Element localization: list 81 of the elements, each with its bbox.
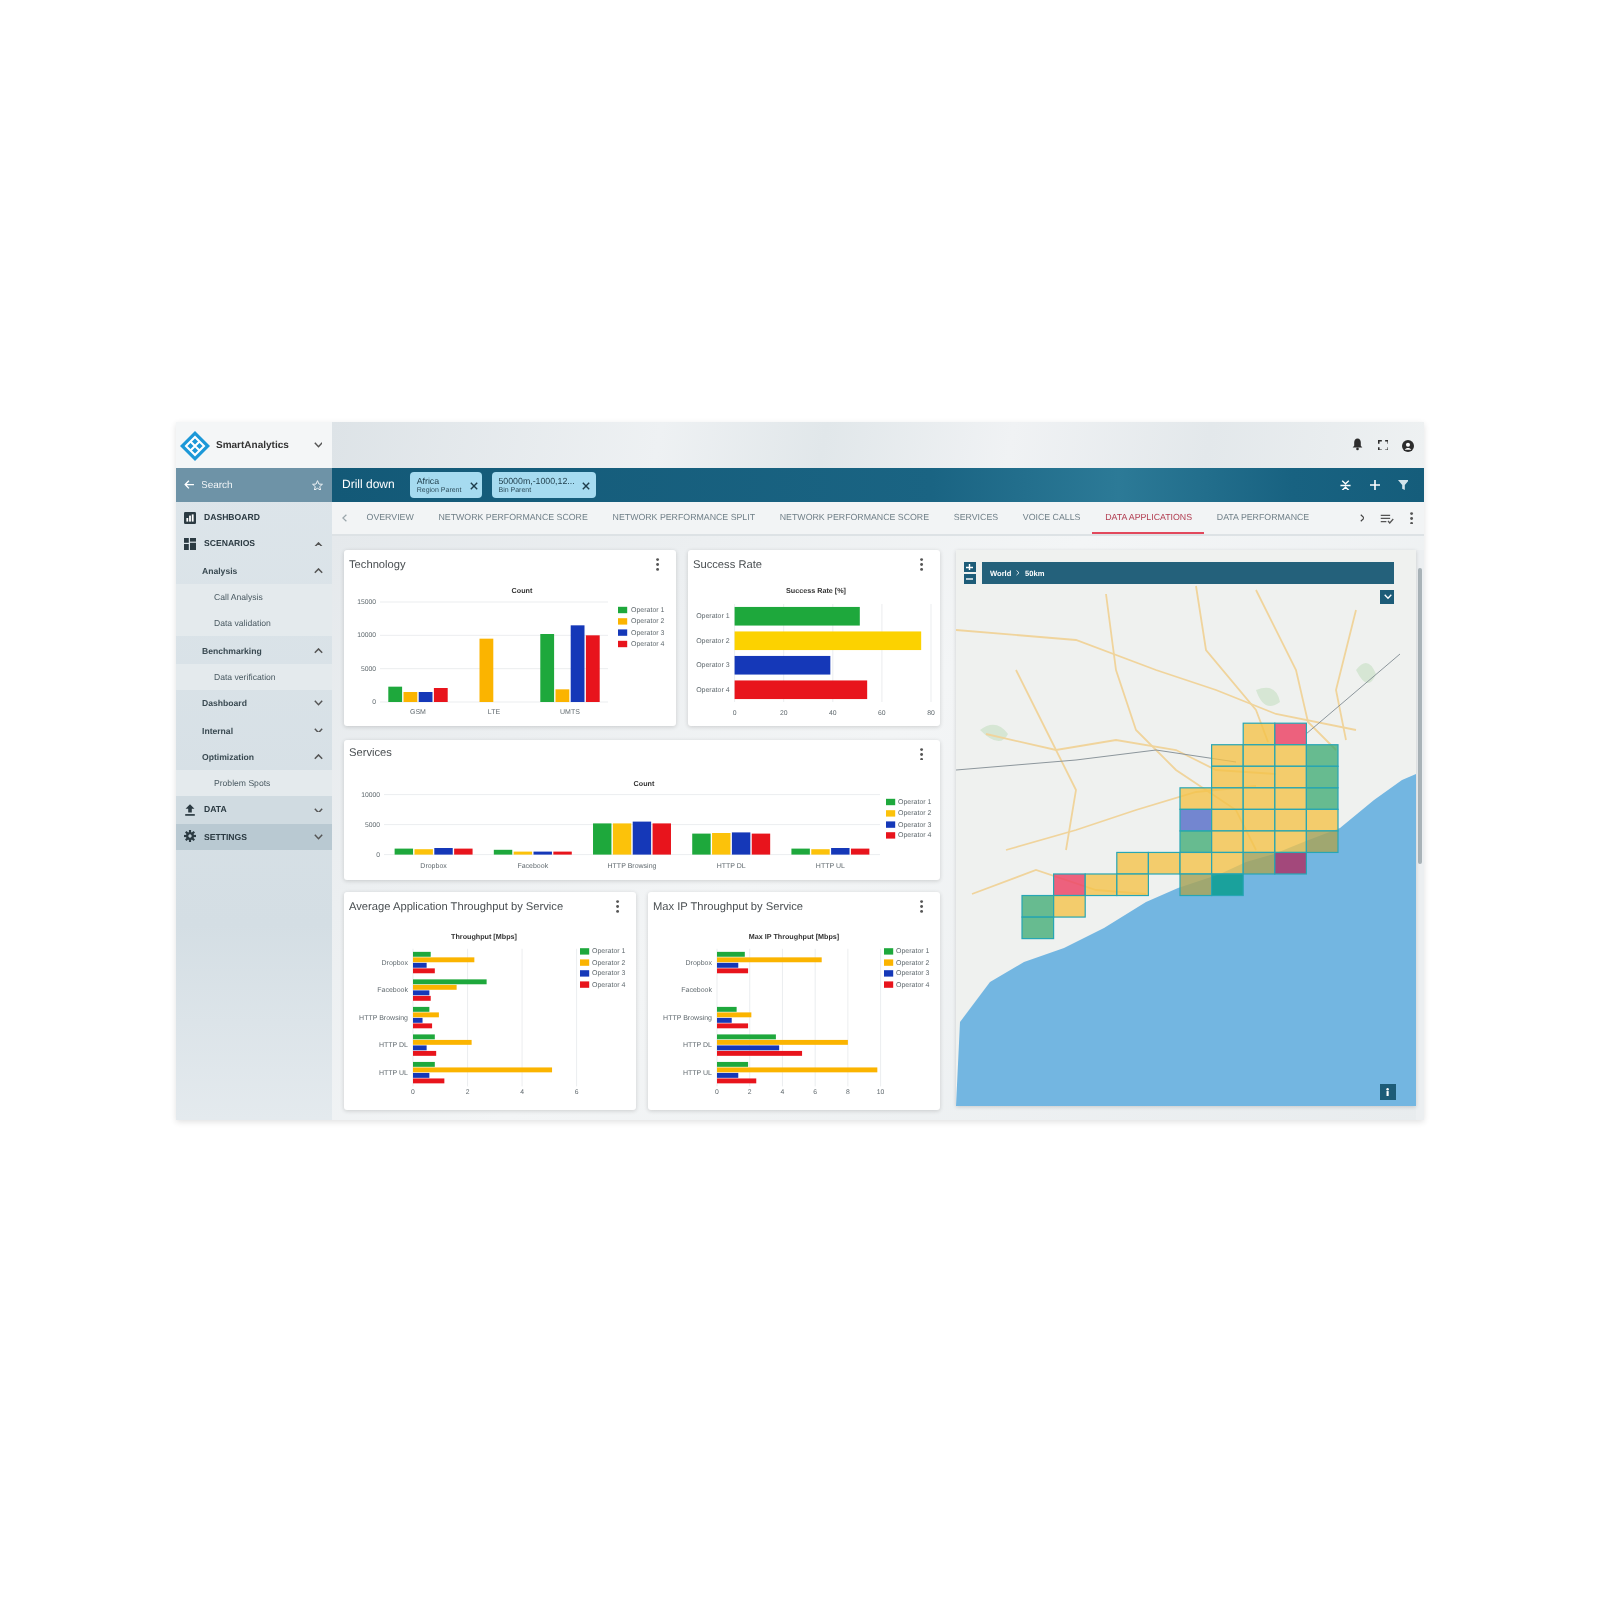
chevron-down-icon[interactable] [314, 807, 323, 813]
arrow-left-icon[interactable] [184, 480, 194, 490]
map-grid-tile [1242, 722, 1276, 746]
bell-icon[interactable] [1352, 438, 1363, 452]
map-grid-tile [1274, 722, 1307, 746]
map-grid-tile [1274, 808, 1307, 832]
map-grid-tile [1305, 830, 1339, 854]
map-grid-tile [1053, 894, 1086, 918]
fullscreen-icon[interactable] [1377, 439, 1388, 451]
map-grid-tile [1242, 830, 1276, 854]
map-grid-tile [1211, 808, 1244, 832]
map-grid-tile [1211, 851, 1244, 875]
dashboard-icon [183, 511, 195, 524]
plus-icon [966, 563, 974, 571]
zoom-in-button[interactable] [964, 562, 976, 572]
close-icon[interactable] [469, 481, 478, 489]
chart-bar [652, 822, 671, 854]
map-grid-tile [1116, 873, 1149, 897]
chart-bar [479, 638, 494, 702]
map-grid-tile [1274, 765, 1307, 789]
map-grid-tile [1274, 787, 1307, 810]
chart-bar [731, 831, 751, 854]
map-grid-tile [1242, 765, 1276, 789]
chevron-down-icon[interactable] [314, 833, 323, 840]
map-grid-tile [1179, 787, 1213, 810]
map-grid-tile [1211, 787, 1244, 810]
chart-bar [692, 832, 711, 854]
info-button[interactable] [1380, 1084, 1396, 1100]
star-icon[interactable] [312, 479, 323, 491]
list-check-icon[interactable] [1380, 513, 1395, 523]
scrollbar-thumb[interactable] [1417, 568, 1423, 864]
map-grid-tile [1242, 851, 1276, 875]
chevron-down-icon[interactable] [314, 700, 323, 707]
chevron-up-icon[interactable] [314, 753, 323, 760]
map-grid-tile [1053, 873, 1086, 897]
map-grid-tile [1274, 830, 1307, 854]
map-grid-tile [1305, 808, 1339, 832]
map-grid-tile [1242, 787, 1276, 810]
map-grid-tile [1242, 744, 1276, 767]
dropdown-button[interactable] [1380, 590, 1394, 604]
map-grid-tile [1116, 851, 1149, 875]
map-grid-tile [1305, 765, 1339, 789]
map-grid-tile [1021, 894, 1055, 918]
upload-icon [183, 803, 195, 816]
collapse-icon[interactable] [1340, 479, 1351, 491]
map-grid-tile [1084, 873, 1118, 897]
map-grid-tile [1211, 744, 1244, 767]
filter-icon[interactable] [1397, 480, 1408, 490]
map-grid-tile [1305, 744, 1339, 767]
map-grid-tile [1179, 851, 1213, 875]
account-icon[interactable] [1402, 439, 1414, 451]
chart-bar [612, 822, 632, 854]
chevron-down-icon[interactable] [313, 442, 322, 448]
map-grid-tile [1021, 916, 1055, 940]
chevron-up-icon[interactable] [314, 541, 323, 547]
map-grid-tile [1242, 808, 1276, 832]
map-grid-tile [1274, 851, 1307, 875]
grid-icon [183, 537, 195, 550]
map-grid-tile [1179, 830, 1213, 854]
settings-icon [183, 830, 195, 843]
chevron-up-icon[interactable] [314, 567, 323, 574]
plus-icon[interactable] [1369, 480, 1379, 490]
map-grid-tile [1179, 808, 1213, 832]
map-grid-tile [1147, 851, 1181, 875]
map-grid-tile [1179, 873, 1213, 897]
close-icon[interactable] [582, 481, 591, 489]
chart-bar [712, 832, 731, 854]
chevron-up-icon[interactable] [314, 647, 323, 654]
minus-icon [966, 578, 974, 580]
chart-bar [593, 822, 612, 854]
chevron-down-icon [1383, 594, 1391, 600]
chevron-down-icon[interactable] [314, 727, 323, 733]
chart-bar [632, 820, 652, 854]
map-grid-tile [1211, 873, 1244, 897]
map-grid-tile [1305, 787, 1339, 810]
map-grid-tile [1211, 830, 1244, 854]
zoom-out-button[interactable] [964, 574, 976, 584]
chevron-right-icon[interactable] [1359, 514, 1365, 522]
chart-bar [751, 832, 771, 854]
map-grid-tile [1211, 765, 1244, 789]
map-grid-tile [1274, 744, 1307, 767]
